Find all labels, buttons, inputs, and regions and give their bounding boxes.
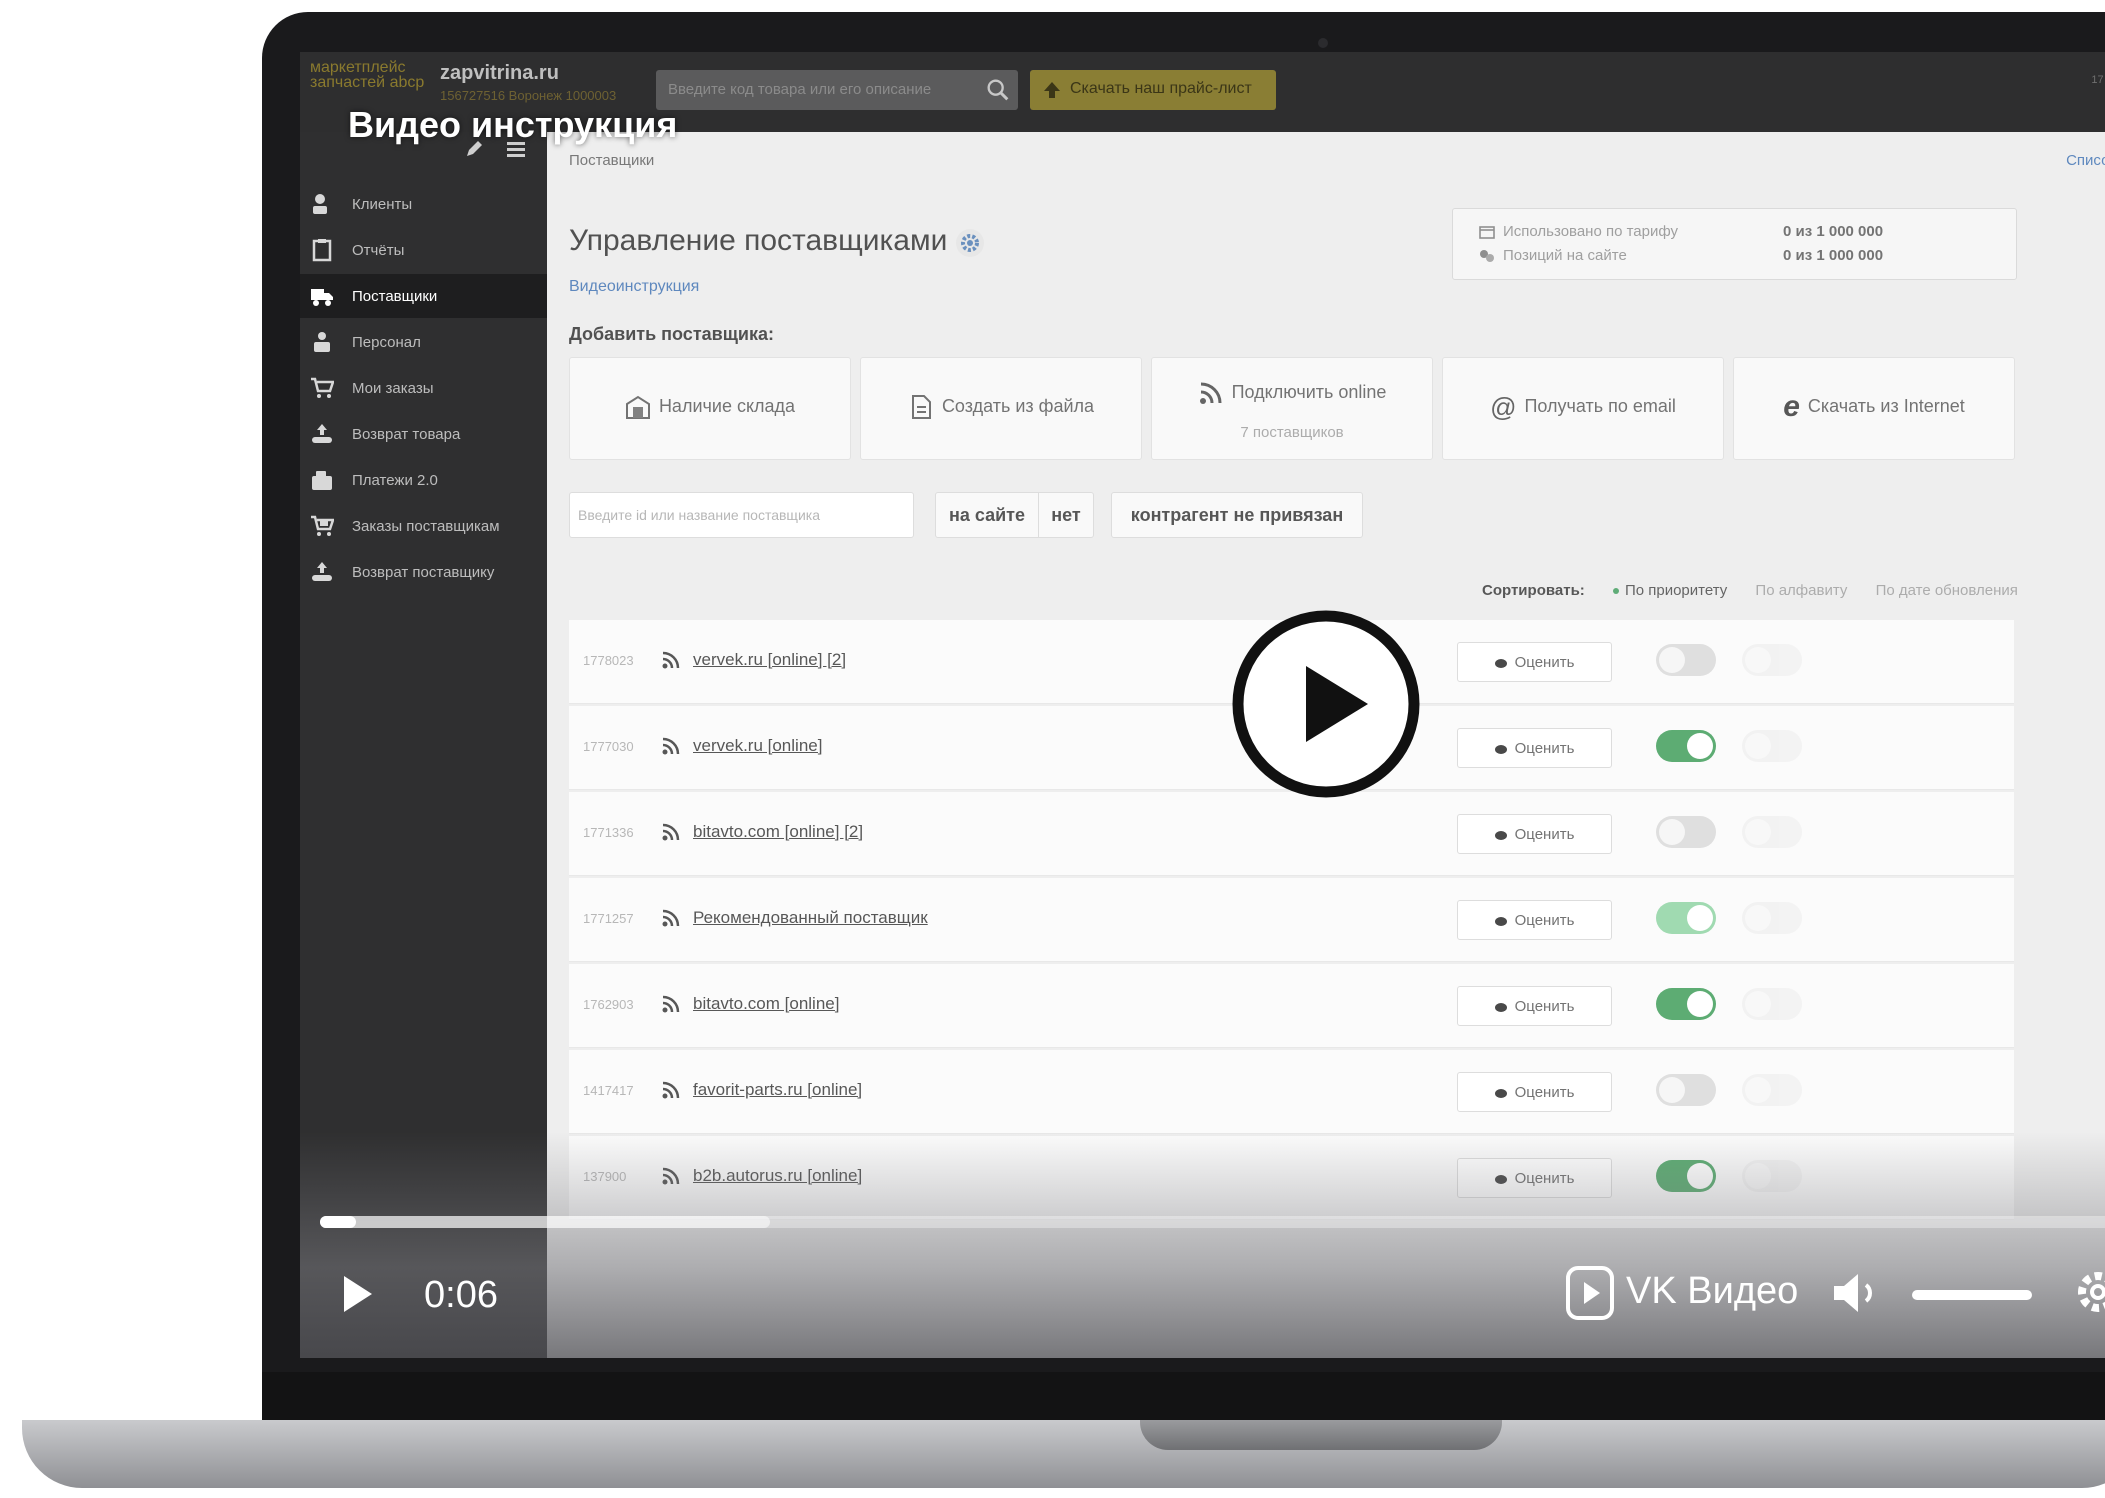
- volume-icon[interactable]: [1830, 1270, 1882, 1316]
- sidebar-item-clients[interactable]: Клиенты: [300, 182, 547, 226]
- download-pricelist-button[interactable]: Скачать наш прайс-лист: [1030, 70, 1276, 110]
- return-icon: [312, 424, 332, 443]
- clients-icon: [313, 194, 327, 214]
- site-name: zapvitrina.ru: [440, 62, 559, 84]
- sidebar-item-label: Возврат товара: [352, 426, 461, 443]
- supplier-return-icon: [312, 562, 332, 581]
- sidebar-item-label: Возврат поставщику: [352, 564, 495, 581]
- laptop-camera: [1318, 38, 1328, 48]
- video-buffer-bar: [320, 1216, 770, 1228]
- video-progress-fill[interactable]: [320, 1216, 356, 1228]
- cart-icon: [311, 377, 334, 398]
- volume-slider[interactable]: [1912, 1290, 2032, 1300]
- topbar-right-info: 17 ВТ: [2091, 74, 2105, 86]
- truck-icon: [311, 289, 333, 306]
- control-play-icon[interactable]: [340, 1272, 376, 1316]
- sidebar-item-label: Мои заказы: [352, 380, 434, 397]
- sidebar-item-my-orders[interactable]: Мои заказы: [300, 366, 547, 410]
- sidebar-item-supplier-return[interactable]: Возврат поставщику: [300, 550, 547, 594]
- search-icon[interactable]: [984, 76, 1012, 104]
- sidebar-item-label: Платежи 2.0: [352, 472, 438, 489]
- payments-icon: [312, 471, 332, 490]
- current-time: 0:06: [424, 1274, 498, 1316]
- sidebar-item-payments[interactable]: Платежи 2.0: [300, 458, 547, 502]
- laptop-base-notch: [1140, 1420, 1502, 1450]
- sidebar-item-label: Отчёты: [352, 242, 405, 259]
- sidebar-item-label: Заказы поставщикам: [352, 518, 500, 535]
- reports-icon: [312, 239, 332, 262]
- controls-gradient: [300, 1132, 2105, 1358]
- site-subtitle: 156727516 Воронеж 1000003: [440, 88, 617, 103]
- sidebar-item-label: Поставщики: [352, 288, 438, 305]
- sidebar-item-label: Клиенты: [352, 196, 413, 213]
- sidebar-item-supplier-orders[interactable]: Заказы поставщикам: [300, 504, 547, 548]
- vk-video-logo-icon: [1566, 1266, 1614, 1320]
- staff-icon: [314, 332, 330, 352]
- supplier-cart-icon: [311, 515, 334, 536]
- search-placeholder: Введите код товара или его описание: [668, 81, 932, 98]
- sidebar-item-suppliers[interactable]: Поставщики: [300, 274, 547, 318]
- settings-gear-icon[interactable]: [2072, 1266, 2105, 1318]
- video-title: Видео инструкция: [348, 104, 678, 145]
- download-icon: [1044, 82, 1060, 98]
- pricelist-label: Скачать наш прайс-лист: [1070, 80, 1252, 97]
- sidebar-item-returns[interactable]: Возврат товара: [300, 412, 547, 456]
- play-icon[interactable]: [1230, 608, 1422, 800]
- laptop-base-lip: [262, 1372, 2105, 1424]
- vk-video-brand[interactable]: VK Видео: [1626, 1270, 1798, 1313]
- product-search-input[interactable]: Введите код товара или его описание: [656, 70, 1018, 110]
- sidebar-item-reports[interactable]: Отчёты: [300, 228, 547, 272]
- laptop-base: [22, 1420, 2105, 1488]
- sidebar-item-label: Персонал: [352, 334, 421, 351]
- sidebar-item-staff[interactable]: Персонал: [300, 320, 547, 364]
- marketplace-logo[interactable]: маркетплейс запчастей abcp: [310, 60, 440, 91]
- laptop-screen: маркетплейс запчастей abcp zapvitrina.ru…: [300, 52, 2105, 1358]
